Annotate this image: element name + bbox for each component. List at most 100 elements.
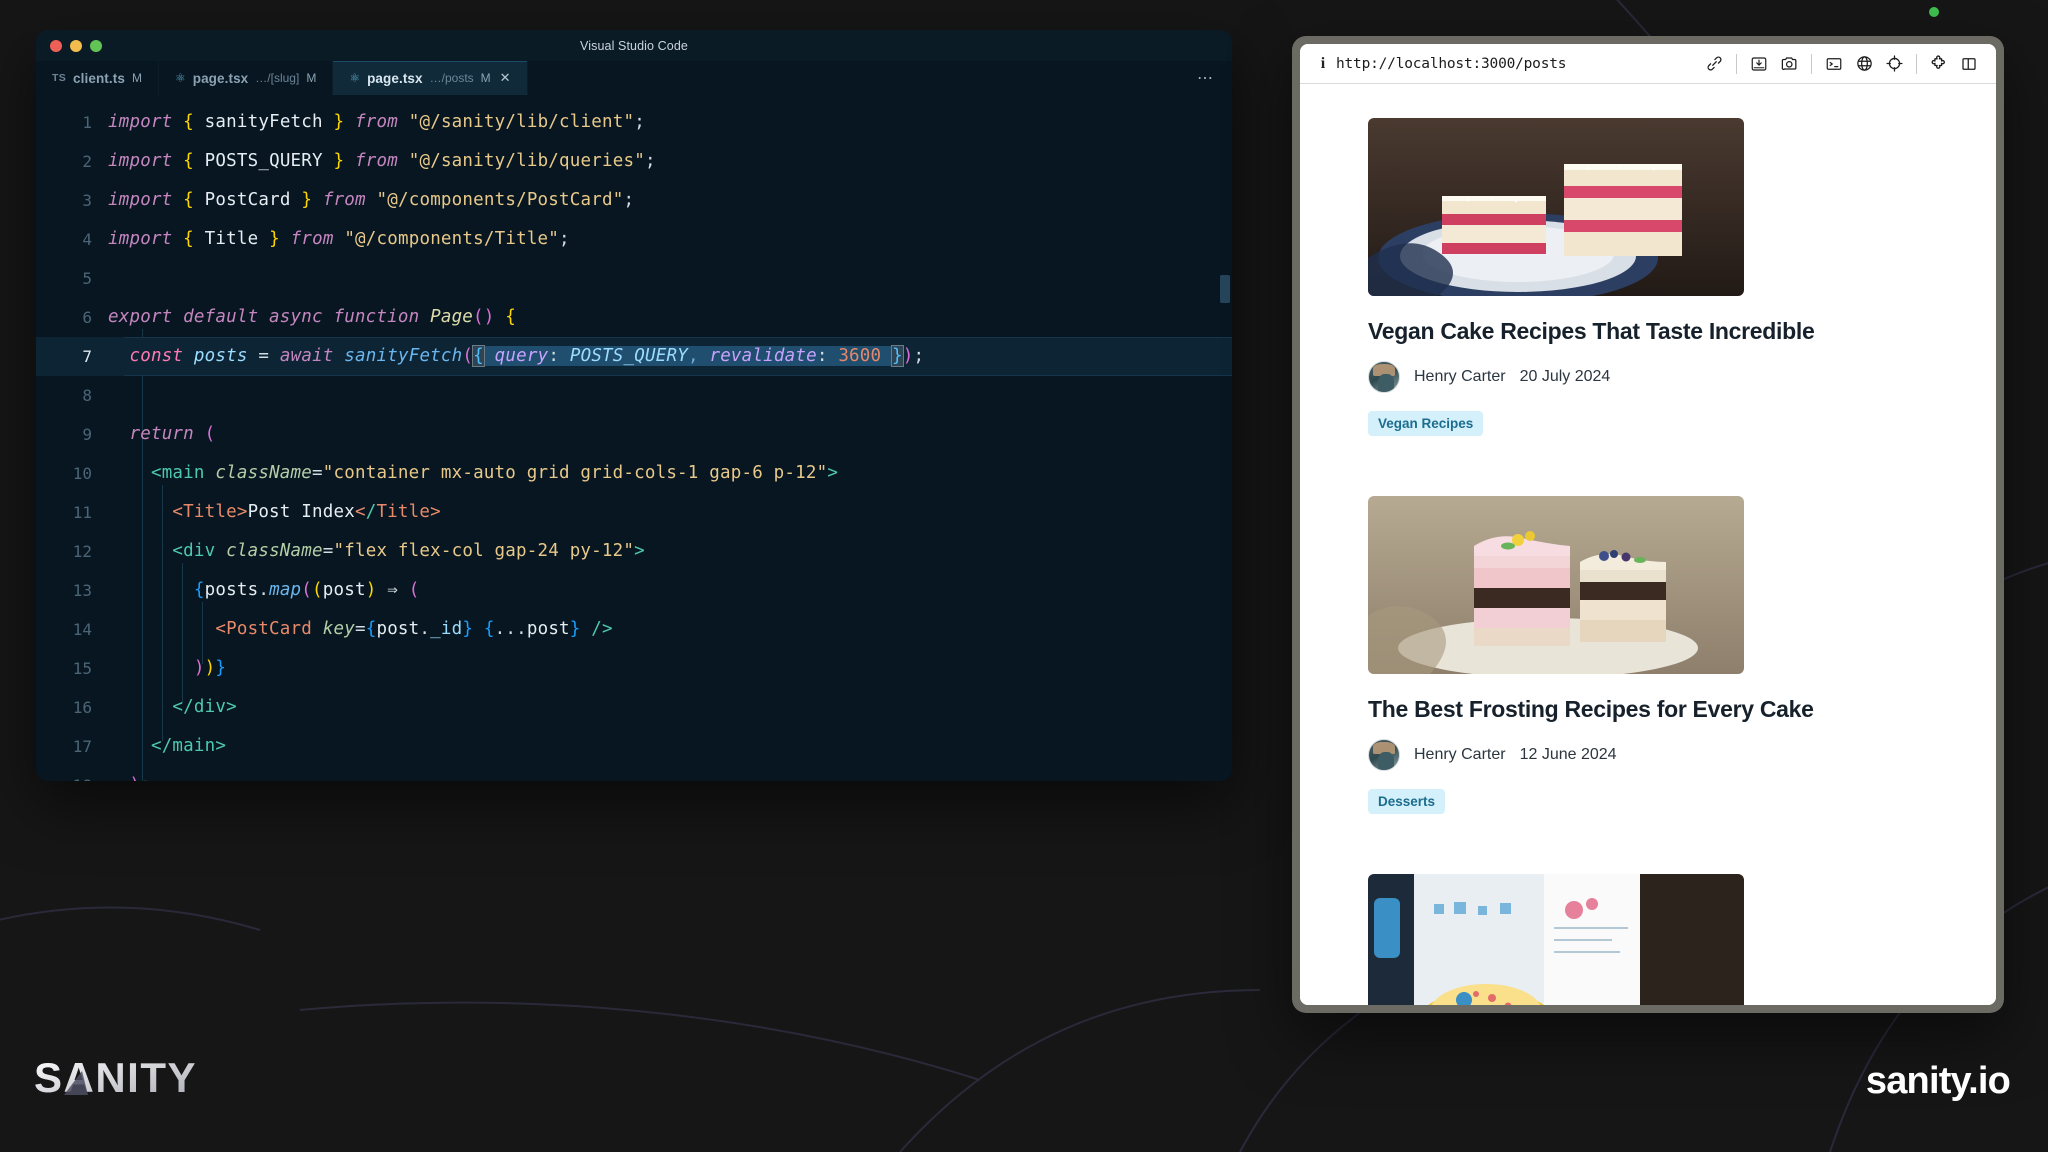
code-line-active: 7 const posts = await sanityFetch({ quer… <box>36 337 1232 376</box>
code-line: 2 import { POSTS_QUERY } from "@/sanity/… <box>36 142 1232 181</box>
code-text: <div className="flex flex-col gap-24 py-… <box>172 541 645 561</box>
code-text: </main> <box>150 736 227 756</box>
avatar <box>1368 361 1400 393</box>
code-text: export default async function Page() { <box>108 307 517 327</box>
code-line: 10 <main className="container mx-auto gr… <box>36 454 1232 493</box>
code-line: 5 <box>36 259 1232 298</box>
line-number: 4 <box>82 230 92 249</box>
code-text: import { POSTS_QUERY } from "@/sanity/li… <box>108 151 656 171</box>
post-card[interactable]: Vegan Cake Recipes That Taste Incredible… <box>1368 118 1928 436</box>
line-number: 17 <box>72 737 92 756</box>
url-text[interactable]: http://localhost:3000/posts <box>1336 56 1567 72</box>
target-icon[interactable] <box>1879 50 1909 78</box>
code-text: ))} <box>193 658 227 678</box>
tab-path: …/posts <box>429 71 474 85</box>
code-text: <main className="container mx-auto grid … <box>150 463 839 483</box>
tab-path: …/[slug] <box>255 71 300 85</box>
code-editor[interactable]: 1 import { sanityFetch } from "@/sanity/… <box>36 95 1232 781</box>
code-line: 16 </div> <box>36 688 1232 727</box>
sanity-wordmark-icon: SANITY <box>34 1055 197 1101</box>
code-text: {posts.map((post) ⇒ ( <box>193 580 420 600</box>
download-image-icon[interactable] <box>1744 50 1774 78</box>
line-number: 18 <box>36 776 108 781</box>
puzzle-icon[interactable] <box>1924 50 1954 78</box>
vscode-titlebar: Visual Studio Code <box>36 30 1232 61</box>
post-date: 12 June 2024 <box>1519 746 1617 763</box>
post-author: Henry Carter <box>1414 368 1506 385</box>
info-icon[interactable]: i <box>1312 55 1334 73</box>
browser-url-bar[interactable]: i http://localhost:3000/posts <box>1300 44 1996 84</box>
tab-overflow-menu-button[interactable]: ⋯ <box>1179 61 1232 95</box>
tab-label: page.tsx <box>367 70 423 86</box>
toolbar-divider <box>1916 53 1917 74</box>
post-image[interactable] <box>1368 118 1744 296</box>
tab-label: client.ts <box>73 70 125 86</box>
code-text: <Title>Post Index</Title> <box>172 502 441 522</box>
sanity-wordmark-text: SANITY <box>34 1055 197 1101</box>
line-number: 9 <box>82 425 92 444</box>
post-author: Henry Carter <box>1414 746 1506 763</box>
post-meta: Henry Carter 12 June 2024 <box>1368 739 1928 771</box>
post-image[interactable] <box>1368 496 1744 674</box>
tab-modified-badge: M <box>131 71 142 85</box>
code-line: 9 return ( <box>36 415 1232 454</box>
tab-modified-badge: M <box>306 71 317 85</box>
react-icon: ⚛ <box>349 71 361 85</box>
post-meta: Henry Carter 20 July 2024 <box>1368 361 1928 393</box>
terminal-icon[interactable] <box>1819 50 1849 78</box>
globe-icon[interactable] <box>1849 50 1879 78</box>
browser-preview-window: i http://localhost:3000/posts Vegan Cake… <box>1292 36 2004 1013</box>
browser-toolbar <box>1699 50 1984 78</box>
line-number: 12 <box>72 542 92 561</box>
posts-list[interactable]: Vegan Cake Recipes That Taste Incredible… <box>1300 84 1996 1005</box>
vscode-window: Visual Studio Code TS client.ts M ⚛ page… <box>36 30 1232 781</box>
post-category-tag[interactable]: Vegan Recipes <box>1368 411 1484 436</box>
sanity-logo: SANITY <box>34 1055 214 1103</box>
code-line: 13 {posts.map((post) ⇒ ( <box>36 571 1232 610</box>
code-text: <PostCard key={post._id} {...post} /> <box>215 619 613 639</box>
line-number: 13 <box>72 581 92 600</box>
line-number: 1 <box>82 113 92 132</box>
post-category-tag[interactable]: Desserts <box>1368 789 1446 814</box>
toolbar-divider <box>1811 53 1812 74</box>
camera-icon[interactable] <box>1774 50 1804 78</box>
post-title[interactable]: Vegan Cake Recipes That Taste Incredible <box>1368 318 1928 345</box>
editor-tab-strip: TS client.ts M ⚛ page.tsx …/[slug] M ⚛ p… <box>36 61 1232 95</box>
code-line: 17 </main> <box>36 727 1232 766</box>
toolbar-divider <box>1736 53 1737 74</box>
post-date: 20 July 2024 <box>1519 368 1611 385</box>
code-text: return ( <box>129 424 216 444</box>
code-line: 14 <PostCard key={post._id} {...post} /> <box>36 610 1232 649</box>
code-text: import { PostCard } from "@/components/P… <box>108 190 635 210</box>
split-panel-icon[interactable] <box>1954 50 1984 78</box>
line-number: 14 <box>72 620 92 639</box>
code-text: </div> <box>172 697 237 717</box>
post-card[interactable] <box>1368 874 1928 1005</box>
line-number: 16 <box>72 698 92 717</box>
tab-label: page.tsx <box>192 70 249 86</box>
close-icon[interactable]: ✕ <box>500 70 511 86</box>
tab-page-tsx-slug[interactable]: ⚛ page.tsx …/[slug] M <box>158 61 334 95</box>
post-title[interactable]: The Best Frosting Recipes for Every Cake <box>1368 696 1928 723</box>
code-line: 18 ); <box>36 766 1232 781</box>
code-line: 11 <Title>Post Index</Title> <box>36 493 1232 532</box>
post-card[interactable]: The Best Frosting Recipes for Every Cake… <box>1368 496 1928 814</box>
window-title: Visual Studio Code <box>580 38 688 53</box>
link-icon[interactable] <box>1699 50 1729 78</box>
typescript-icon: TS <box>52 72 67 84</box>
code-line: 4 import { Title } from "@/components/Ti… <box>36 220 1232 259</box>
code-text: import { Title } from "@/components/Titl… <box>108 229 570 249</box>
tab-page-tsx-posts[interactable]: ⚛ page.tsx …/posts M ✕ <box>333 61 528 95</box>
code-line: 6 export default async function Page() { <box>36 298 1232 337</box>
line-number: 2 <box>82 152 92 171</box>
tab-client-ts[interactable]: TS client.ts M <box>36 61 159 95</box>
line-number: 10 <box>72 464 92 483</box>
page-root: Visual Studio Code TS client.ts M ⚛ page… <box>0 0 2048 1152</box>
avatar <box>1368 739 1400 771</box>
code-line: 8 <box>36 376 1232 415</box>
code-line: 1 import { sanityFetch } from "@/sanity/… <box>36 103 1232 142</box>
line-number: 3 <box>82 191 92 210</box>
code-line: 3 import { PostCard } from "@/components… <box>36 181 1232 220</box>
line-number: 8 <box>82 386 92 405</box>
post-image[interactable] <box>1368 874 1744 1005</box>
